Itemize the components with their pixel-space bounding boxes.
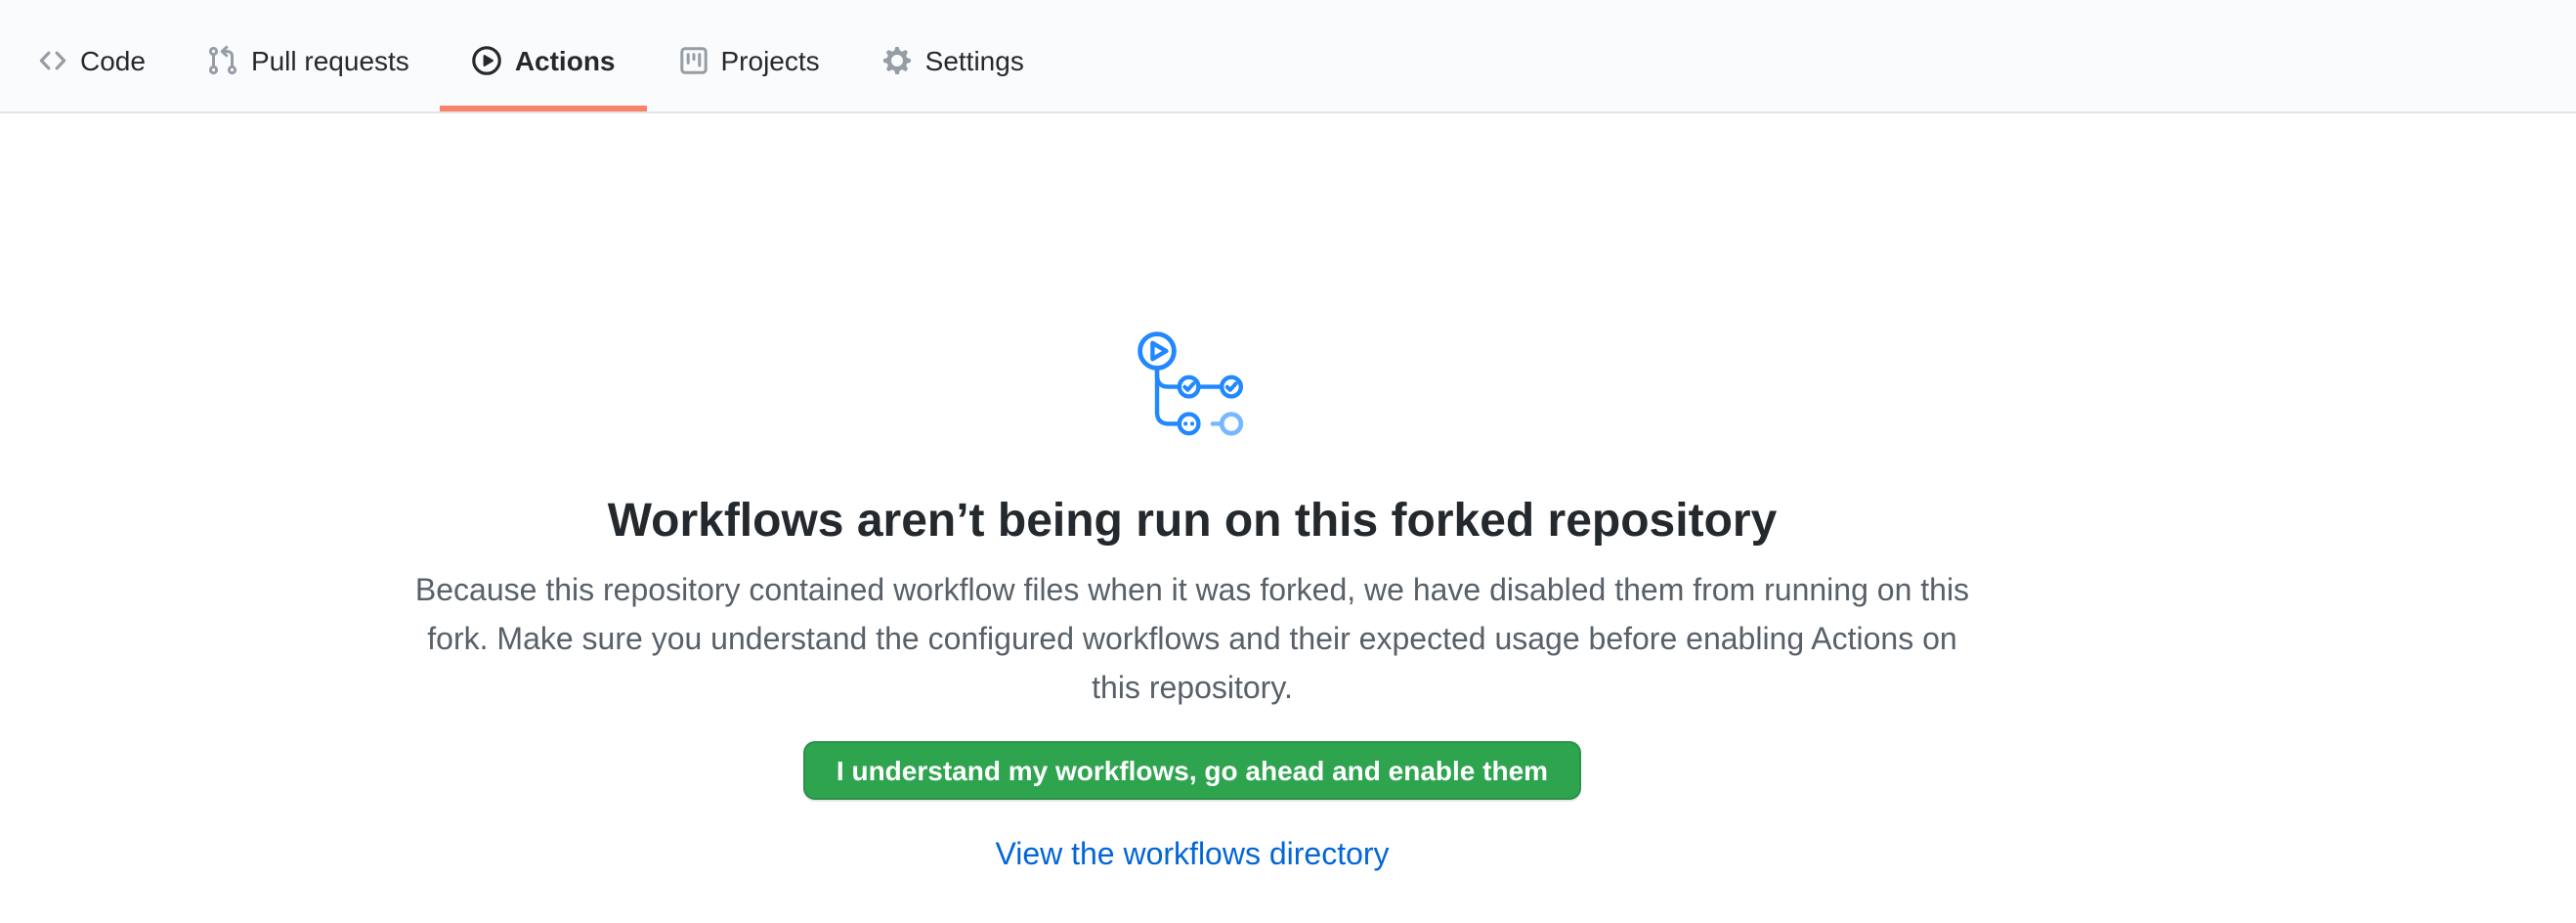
project-icon [678,44,709,75]
page: Code Pull requests [0,0,2576,923]
view-workflows-directory-link[interactable]: View the workflows directory [0,839,2384,874]
tab-code-label: Code [80,44,146,75]
tab-settings-label: Settings [925,44,1024,75]
tab-projects-label: Projects [721,44,820,75]
page-title: Workflows aren’t being run on this forke… [0,493,2384,551]
repo-tab-nav: Code Pull requests [0,0,2576,113]
description-text: Because this repository contained workfl… [399,567,1986,714]
code-icon [37,44,68,75]
tab-actions[interactable]: Actions [441,14,647,111]
actions-blankslate: Workflows aren’t being run on this forke… [0,113,2384,874]
play-circle-icon [472,44,503,75]
tab-pull-requests[interactable]: Pull requests [177,14,441,111]
enable-workflows-button[interactable]: I understand my workflows, go ahead and … [803,741,1581,800]
pull-request-icon [208,44,239,75]
gear-icon [882,44,914,75]
tab-pull-requests-label: Pull requests [251,44,409,75]
workflow-graph-icon [1138,330,1247,440]
tab-code[interactable]: Code [6,14,177,111]
tab-actions-label: Actions [515,44,616,75]
tab-settings[interactable]: Settings [851,14,1055,111]
tab-projects[interactable]: Projects [647,14,851,111]
